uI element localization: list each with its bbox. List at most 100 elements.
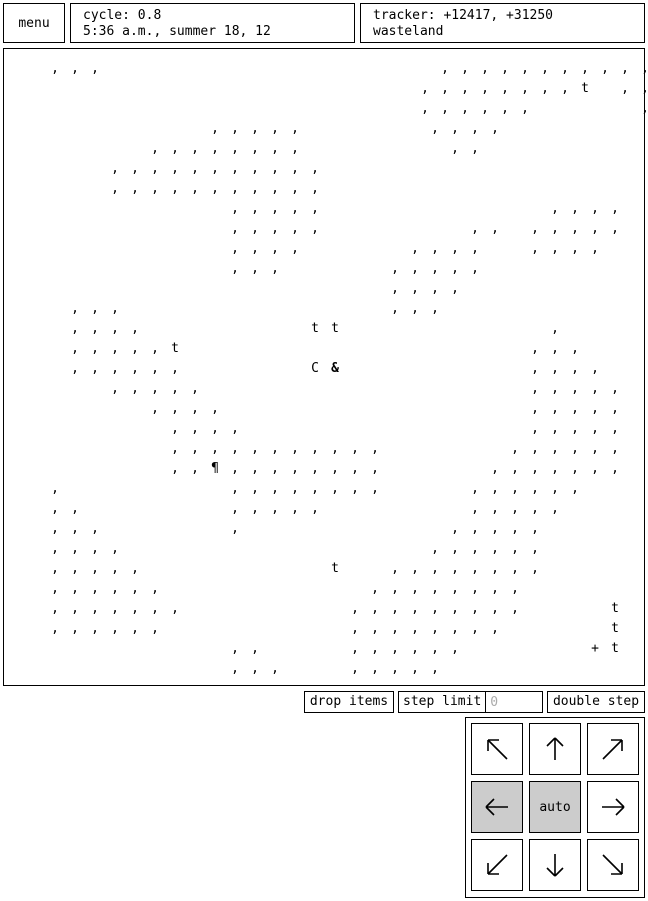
- ground-mark: ,: [291, 481, 299, 496]
- double-step-button[interactable]: double step: [547, 691, 645, 713]
- ground-mark: ,: [111, 621, 119, 636]
- ground-mark: ,: [171, 401, 179, 416]
- ground-mark: ,: [391, 621, 399, 636]
- ground-mark: ,: [331, 481, 339, 496]
- ground-mark: ,: [371, 441, 379, 456]
- ground-mark: ,: [635, 59, 648, 79]
- ground-mark: ,: [271, 461, 279, 476]
- arrow-up-right-icon: [602, 739, 623, 760]
- ground-mark: ,: [71, 561, 79, 576]
- ground-mark: ,: [351, 661, 359, 676]
- ground-mark: ,: [231, 521, 239, 536]
- ground-mark: ,: [471, 221, 479, 236]
- tree-glyph: t: [311, 321, 319, 336]
- ground-mark: ,: [411, 661, 419, 676]
- move-northwest-button[interactable]: [471, 723, 523, 775]
- drop-items-button[interactable]: drop items: [304, 691, 394, 713]
- ground-mark: ,: [391, 601, 399, 616]
- move-northeast-button[interactable]: [587, 723, 639, 775]
- ground-mark: ,: [571, 421, 579, 436]
- ground-mark: ,: [571, 381, 579, 396]
- ground-mark: ,: [211, 161, 219, 176]
- ground-mark: ,: [171, 181, 179, 196]
- ground-mark: ,: [251, 181, 259, 196]
- ground-mark: ,: [151, 181, 159, 196]
- ground-mark: ,: [451, 261, 459, 276]
- ground-mark: ,: [501, 101, 509, 116]
- ground-mark: ,: [551, 321, 559, 336]
- menu-button[interactable]: menu: [3, 3, 65, 43]
- ground-mark: ,: [451, 561, 459, 576]
- ground-mark: ,: [551, 241, 559, 256]
- ground-mark: ,: [251, 121, 259, 136]
- ground-mark: ,: [231, 161, 239, 176]
- ground-mark: ,: [191, 441, 199, 456]
- ground-mark: ,: [591, 201, 599, 216]
- ground-mark: ,: [211, 441, 219, 456]
- ground-mark: ,: [271, 121, 279, 136]
- ground-mark: ,: [441, 81, 449, 96]
- ground-mark: ,: [191, 161, 199, 176]
- ground-mark: ,: [551, 421, 559, 436]
- ground-mark: ,: [451, 641, 459, 656]
- ground-mark: ,: [371, 481, 379, 496]
- ground-mark: ,: [531, 541, 539, 556]
- ground-mark: ,: [311, 441, 319, 456]
- ground-mark: ,: [511, 501, 519, 516]
- ground-mark: ,: [531, 481, 539, 496]
- ground-mark: ,: [531, 521, 539, 536]
- ground-mark: ,: [591, 461, 599, 476]
- ground-mark: ,: [271, 241, 279, 256]
- ground-mark: ,: [471, 601, 479, 616]
- ground-mark: ,: [461, 101, 469, 116]
- ground-mark: ,: [531, 461, 539, 476]
- ground-mark: ,: [591, 441, 599, 456]
- ground-mark: ,: [171, 601, 179, 616]
- step-limit-input[interactable]: [486, 692, 543, 712]
- ground-mark: ,: [611, 421, 619, 436]
- ground-mark: ,: [471, 581, 479, 596]
- ground-mark: ,: [431, 241, 439, 256]
- ground-mark: ,: [471, 261, 479, 276]
- ground-mark: ,: [491, 501, 499, 516]
- ground-mark: ,: [71, 61, 79, 76]
- ground-mark: ,: [571, 361, 579, 376]
- ground-mark: ,: [511, 561, 519, 576]
- ground-mark: ,: [571, 341, 579, 356]
- ground-mark: ,: [561, 61, 569, 76]
- ground-mark: ,: [471, 621, 479, 636]
- creature-glyph: C: [311, 361, 319, 376]
- ground-mark: ,: [231, 241, 239, 256]
- ground-mark: ,: [271, 441, 279, 456]
- ground-mark: ,: [231, 421, 239, 436]
- ground-mark: ,: [491, 221, 499, 236]
- ground-mark: ,: [531, 361, 539, 376]
- ground-mark: ,: [491, 621, 499, 636]
- move-southwest-button[interactable]: [471, 839, 523, 891]
- ground-mark: ,: [71, 581, 79, 596]
- move-east-button[interactable]: [587, 781, 639, 833]
- cycle-readout: cycle: 0.8: [83, 8, 162, 23]
- auto-button[interactable]: auto: [529, 781, 581, 833]
- ground-mark: ,: [171, 161, 179, 176]
- ground-mark: ,: [231, 441, 239, 456]
- ground-mark: ,: [231, 221, 239, 236]
- ground-mark: ,: [271, 181, 279, 196]
- tree-glyph: t: [331, 561, 339, 576]
- move-north-button[interactable]: [529, 723, 581, 775]
- ground-mark: ,: [71, 501, 79, 516]
- item-glyph: ¶: [211, 461, 219, 476]
- ground-mark: ,: [231, 501, 239, 516]
- ground-mark: ,: [291, 181, 299, 196]
- move-southeast-button[interactable]: [587, 839, 639, 891]
- ground-mark: ,: [251, 441, 259, 456]
- ground-mark: ,: [551, 341, 559, 356]
- ground-mark: ,: [611, 401, 619, 416]
- ground-mark: ,: [131, 601, 139, 616]
- move-west-button[interactable]: [471, 781, 523, 833]
- move-south-button[interactable]: [529, 839, 581, 891]
- ground-mark: ,: [231, 461, 239, 476]
- ground-mark: ,: [111, 601, 119, 616]
- ground-mark: ,: [601, 61, 609, 76]
- ground-mark: ,: [611, 461, 619, 476]
